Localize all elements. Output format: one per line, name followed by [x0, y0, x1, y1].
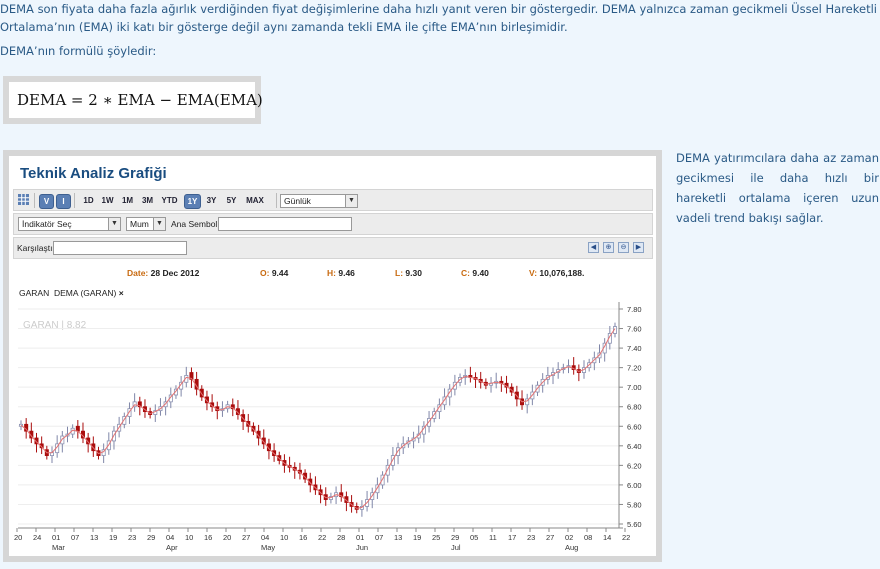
x-month-label: Jun [356, 543, 368, 552]
intro-paragraph-1: DEMA son fiyata daha fazla ağırlık verdi… [0, 2, 877, 34]
x-tick-label: 16 [299, 533, 307, 542]
x-tick-label: 19 [413, 533, 421, 542]
chart-widget: Teknik Analiz Grafiği V I 1D 1W 1M 3M YTD 1Y 3… [9, 156, 656, 556]
x-tick-label: 22 [318, 533, 326, 542]
x-tick-label: 20 [223, 533, 231, 542]
x-tick-label: 20 [14, 533, 22, 542]
x-tick-label: 29 [147, 533, 155, 542]
x-tick-label: 07 [71, 533, 79, 542]
intro-paragraph-2: DEMA’nın formülü şöyledir: [0, 44, 157, 58]
y-tick-label: 6.80 [627, 403, 642, 412]
y-tick-label: 7.40 [627, 344, 642, 353]
x-tick-label: 05 [470, 533, 478, 542]
x-tick-label: 10 [185, 533, 193, 542]
x-tick-label: 04 [166, 533, 174, 542]
formula-box: DEMA = 2 ∗ EMA − EMA(EMA) [3, 76, 263, 124]
x-tick-label: 04 [261, 533, 269, 542]
y-tick-label: 7.20 [627, 364, 642, 373]
x-tick-label: 29 [451, 533, 459, 542]
x-tick-label: 19 [109, 533, 117, 542]
price-chart[interactable]: GARAN | 8.82 7.80 7.60 7.40 7.20 7.00 6.80 6.60… [9, 156, 656, 556]
y-tick-label: 5.80 [627, 500, 642, 509]
x-tick-label: 14 [603, 533, 611, 542]
y-tick-label: 6.00 [627, 481, 642, 490]
x-tick-label: 16 [204, 533, 212, 542]
x-tick-label: 13 [394, 533, 402, 542]
x-month-label: May [261, 543, 275, 552]
x-month-label: Apr [166, 543, 178, 552]
x-tick-label: 17 [508, 533, 516, 542]
candle [75, 425, 80, 432]
x-tick-label: 23 [128, 533, 136, 542]
y-tick-label: 6.60 [627, 422, 642, 431]
x-month-label: Aug [565, 543, 578, 552]
plot-area [18, 302, 619, 528]
x-tick-label: 13 [90, 533, 98, 542]
y-tick-label: 7.60 [627, 325, 642, 334]
x-tick-label: 22 [622, 533, 630, 542]
y-tick-label: 7.80 [627, 305, 642, 314]
x-tick-label: 24 [33, 533, 41, 542]
x-tick-label: 25 [432, 533, 440, 542]
side-paragraph: DEMA yatırımcılara daha az zaman gecikme… [676, 151, 879, 225]
y-tick-label: 6.20 [627, 461, 642, 470]
formula-text: DEMA = 2 ∗ EMA − EMA(EMA) [9, 82, 263, 118]
x-tick-label: 01 [52, 533, 60, 542]
x-tick-label: 07 [375, 533, 383, 542]
x-tick-label: 27 [546, 533, 554, 542]
x-tick-label: 11 [489, 533, 497, 542]
watermark: GARAN | 8.82 [23, 320, 87, 331]
x-tick-label: 02 [565, 533, 573, 542]
x-tick-label: 28 [337, 533, 345, 542]
y-tick-label: 6.40 [627, 442, 642, 451]
x-month-label: Mar [52, 543, 65, 552]
x-tick-label: 23 [527, 533, 535, 542]
x-tick-label: 27 [242, 533, 250, 542]
x-month-label: Jul [451, 543, 461, 552]
y-tick-label: 7.00 [627, 383, 642, 392]
x-tick-label: 10 [280, 533, 288, 542]
y-tick-label: 5.60 [627, 520, 642, 529]
chart-widget-frame: Teknik Analiz Grafiği V I 1D 1W 1M 3M YTD 1Y 3… [3, 150, 662, 562]
x-tick-label: 08 [584, 533, 592, 542]
x-tick-label: 01 [356, 533, 364, 542]
